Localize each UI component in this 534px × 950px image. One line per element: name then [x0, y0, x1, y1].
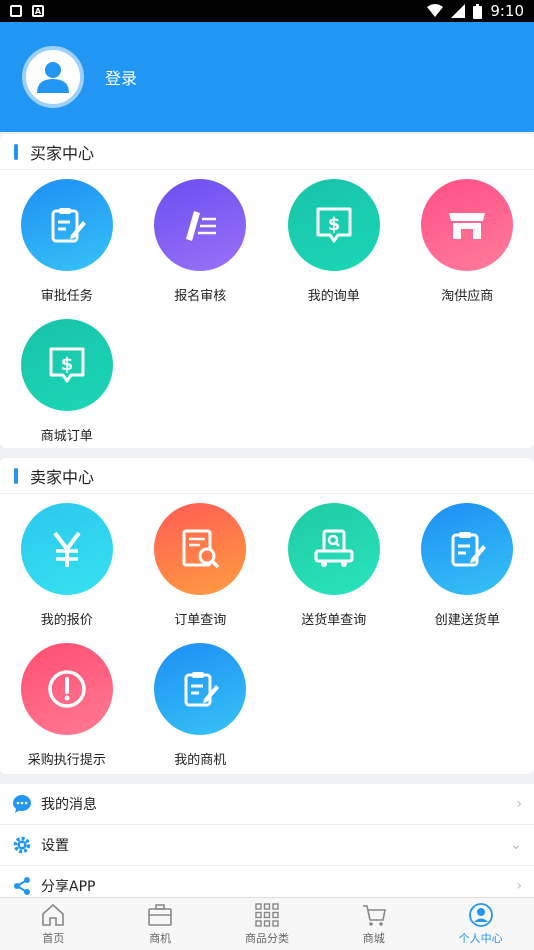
signal-icon	[451, 4, 466, 18]
login-link[interactable]: 登录	[105, 65, 137, 89]
tab-personal[interactable]: 个人中心	[427, 898, 534, 950]
tab-label: 个人中心	[458, 932, 503, 945]
buyer-find-suppliers[interactable]: 淘供应商	[401, 170, 534, 310]
seller-delivery-note-query[interactable]: 送货单查询	[267, 494, 401, 634]
svg-text:$: $	[327, 214, 340, 235]
truck-search-icon	[287, 503, 380, 595]
avatar[interactable]	[22, 46, 84, 108]
buyer-my-inquiries[interactable]: $ 我的询单	[267, 170, 401, 310]
gear-icon	[12, 835, 32, 855]
buyer-center-title: 买家中心	[0, 134, 534, 170]
cell-label: 我的商机	[174, 753, 227, 768]
cell-label: 送货单查询	[301, 613, 367, 628]
tab-mall[interactable]: 商城	[320, 898, 427, 950]
seller-center-title: 卖家中心	[0, 458, 534, 494]
notification-icons: A	[10, 5, 44, 17]
menu-label: 我的消息	[41, 797, 97, 813]
svg-text:$: $	[60, 354, 73, 375]
chevron-right-icon: ›	[516, 878, 522, 894]
seller-center-card: 卖家中心 我的报价 订单查询 送货单查询 创建送货单 采购执行提示 我的商机	[0, 458, 534, 774]
shop-icon	[421, 179, 514, 271]
cell-label: 淘供应商	[441, 289, 494, 304]
a-notification-icon: A	[32, 5, 44, 17]
grid-icon	[255, 903, 279, 927]
settings-menu: 我的消息 › 设置 ⌄ 分享APP ›	[0, 784, 534, 907]
app-notification-icon	[10, 5, 22, 17]
dollar-message-icon: $	[287, 179, 380, 271]
cell-label: 报名审核	[174, 289, 227, 304]
share-icon	[12, 876, 32, 896]
menu-label: 分享APP	[41, 879, 96, 895]
clipboard-edit-icon	[154, 643, 247, 735]
buyer-center-grid: 审批任务 报名审核 $ 我的询单 淘供应商 $ 商城订单	[0, 170, 534, 450]
menu-label: 设置	[41, 838, 69, 854]
pen-list-icon	[154, 179, 247, 271]
seller-procurement-alerts[interactable]: 采购执行提示	[0, 634, 134, 774]
briefcase-icon	[148, 904, 172, 926]
menu-settings[interactable]: 设置 ⌄	[0, 825, 534, 866]
tab-category[interactable]: 商品分类	[214, 898, 321, 950]
buyer-approval-tasks[interactable]: 审批任务	[0, 170, 134, 310]
chevron-down-icon: ⌄	[510, 837, 522, 853]
cell-label: 我的报价	[40, 613, 93, 628]
clipboard-edit-icon	[20, 179, 113, 271]
seller-center-heading: 卖家中心	[30, 467, 95, 487]
alert-icon	[20, 643, 113, 735]
cell-label: 订单查询	[174, 613, 227, 628]
cell-label: 审批任务	[40, 289, 93, 304]
cell-label: 商城订单	[40, 429, 93, 444]
status-bar: A 9:10	[0, 0, 534, 22]
profile-header: 登录	[0, 22, 534, 132]
cell-label: 我的询单	[307, 289, 360, 304]
buyer-registration-review[interactable]: 报名审核	[134, 170, 268, 310]
dollar-message-icon: $	[20, 319, 113, 411]
user-circle-icon	[468, 903, 493, 927]
wifi-icon	[427, 4, 444, 17]
tab-label: 商城	[362, 932, 385, 945]
tab-label: 商品分类	[244, 932, 289, 945]
buyer-mall-orders[interactable]: $ 商城订单	[0, 310, 134, 450]
document-search-icon	[154, 503, 247, 595]
chevron-right-icon: ›	[516, 796, 522, 812]
cell-label: 采购执行提示	[27, 753, 106, 768]
buyer-center-heading: 买家中心	[30, 143, 95, 163]
seller-center-grid: 我的报价 订单查询 送货单查询 创建送货单 采购执行提示 我的商机	[0, 494, 534, 774]
cart-icon	[362, 905, 386, 926]
seller-my-opportunities[interactable]: 我的商机	[134, 634, 268, 774]
user-icon	[37, 62, 69, 93]
title-accent-bar	[14, 143, 18, 160]
yen-icon	[20, 503, 113, 595]
home-icon	[42, 903, 65, 926]
seller-order-query[interactable]: 订单查询	[134, 494, 268, 634]
menu-my-messages[interactable]: 我的消息 ›	[0, 784, 534, 825]
clipboard-edit-icon	[421, 503, 514, 595]
buyer-center-card: 买家中心 审批任务 报名审核 $ 我的询单 淘供应商 $ 商城订单	[0, 134, 534, 448]
chat-bubble-icon	[12, 794, 32, 814]
clock: 9:10	[490, 2, 524, 20]
tab-label: 首页	[42, 932, 65, 945]
title-accent-bar	[14, 467, 18, 484]
system-status: 9:10	[427, 2, 524, 20]
tab-home[interactable]: 首页	[0, 898, 107, 950]
seller-my-quotes[interactable]: 我的报价	[0, 494, 134, 634]
tab-business[interactable]: 商机	[107, 898, 214, 950]
bottom-tab-bar: 首页 商机 商品分类 商城 个人中心	[0, 897, 534, 950]
tab-label: 商机	[149, 932, 172, 945]
cell-label: 创建送货单	[434, 613, 500, 628]
battery-icon	[473, 3, 483, 19]
seller-create-delivery-note[interactable]: 创建送货单	[401, 494, 534, 634]
